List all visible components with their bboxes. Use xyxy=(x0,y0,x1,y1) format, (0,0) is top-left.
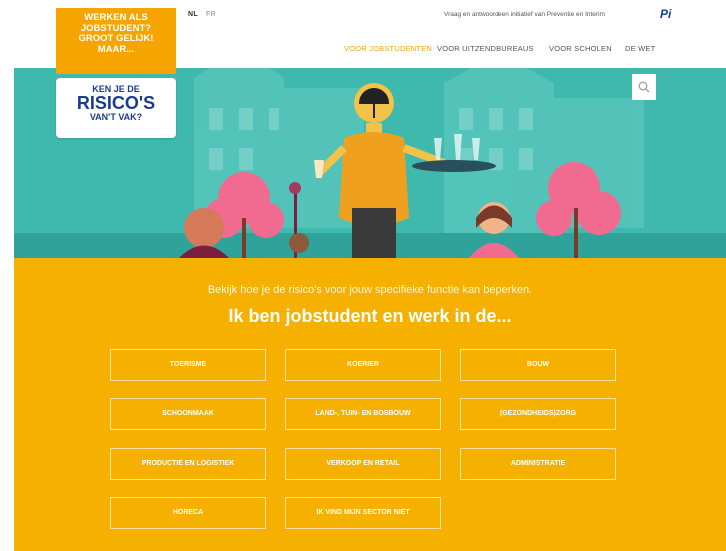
badge-line: MAAR... xyxy=(97,43,135,55)
sector-button-schoonmaak[interactable]: SCHOONMAAK xyxy=(110,398,266,430)
nav-scholen[interactable]: VOOR SCHOLEN xyxy=(549,44,612,53)
left-margin xyxy=(0,0,14,551)
pi-logo[interactable]: Pi xyxy=(660,7,671,21)
search-icon xyxy=(638,81,650,93)
tagline-badge: WERKEN ALS JOBSTUDENT? GROOT GELIJK! MAA… xyxy=(56,8,176,74)
sector-button-koerier[interactable]: KOERIER xyxy=(285,349,441,381)
badge-line: GROOT GELIJK! xyxy=(78,33,154,44)
nav-uitzendbureaus[interactable]: VOOR UITZENDBUREAUS xyxy=(437,44,534,53)
page-heading: Ik ben jobstudent en werk in de... xyxy=(228,306,512,326)
nav-jobstudenten[interactable]: VOOR JOBSTUDENTEN xyxy=(344,44,432,53)
sector-button-administratie[interactable]: ADMINISTRATIE xyxy=(460,448,616,480)
lang-nl-link[interactable]: NL xyxy=(188,11,198,18)
logo-line: RISICO'S xyxy=(76,93,156,113)
logo-line: VAN'T VAK? xyxy=(89,112,143,122)
lang-fr-link[interactable]: FR xyxy=(206,11,216,18)
site-logo[interactable]: KEN JE DE RISICO'S VAN'T VAK? xyxy=(56,78,176,138)
sector-button-niet-gevonden[interactable]: IK VIND MIJN SECTOR NIET xyxy=(285,497,441,529)
page: NL FR Vraag en antwoord een initiatief v… xyxy=(0,0,726,551)
search-button[interactable] xyxy=(632,74,656,100)
sector-button-bouw[interactable]: BOUW xyxy=(460,349,616,381)
sector-button-horeca[interactable]: HORECA xyxy=(110,497,266,529)
nav-de-wet[interactable]: DE WET xyxy=(625,44,655,53)
initiative-link[interactable]: een initiatief van Preventie en Interim xyxy=(498,11,605,18)
sector-button-productie-logistiek[interactable]: PRODUCTIE EN LOGISTIEK xyxy=(110,448,266,480)
intro-text: Bekijk hoe je de risico's voor jouw spec… xyxy=(207,284,533,296)
sector-button-land-tuin-bosbouw[interactable]: LAND-, TUIN- EN BOSBOUW xyxy=(285,398,441,430)
sector-button-gezondheidszorg[interactable]: (GEZONDHEIDS)ZORG xyxy=(460,398,616,430)
sector-button-verkoop-retail[interactable]: VERKOOP EN RETAIL xyxy=(285,448,441,480)
sector-selection: Bekijk hoe je de risico's voor jouw spec… xyxy=(14,258,726,551)
sector-button-toerisme[interactable]: TOERISME xyxy=(110,349,266,381)
faq-link[interactable]: Vraag en antwoord xyxy=(444,11,499,18)
badge-line: WERKEN ALS xyxy=(84,12,148,23)
